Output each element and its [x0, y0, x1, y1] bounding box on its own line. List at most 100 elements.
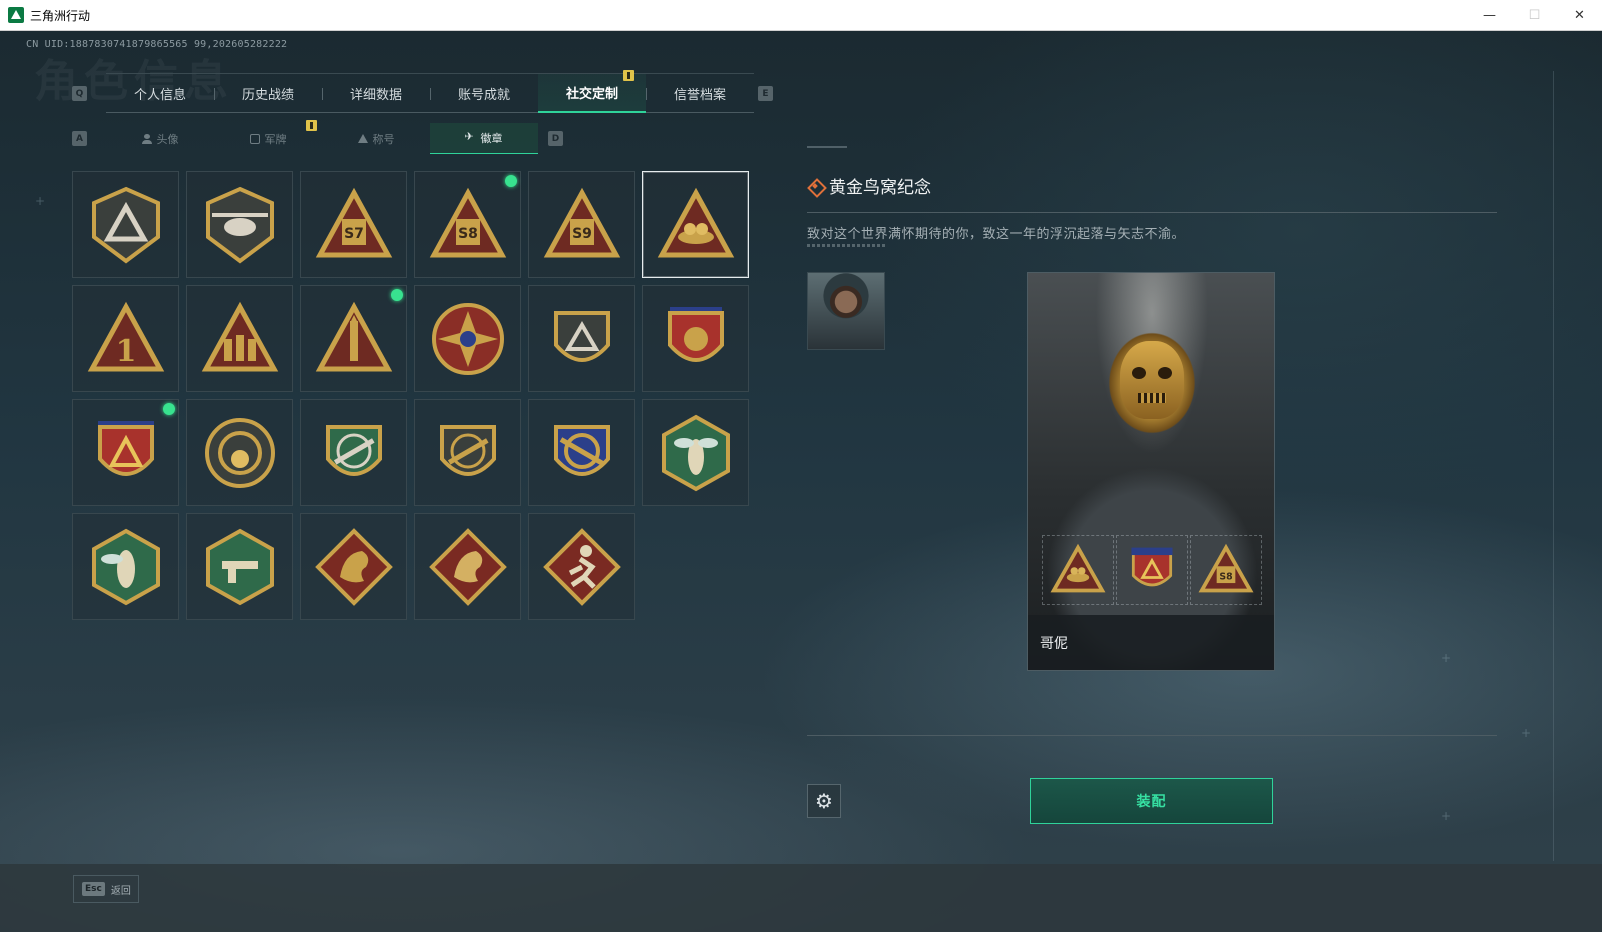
triangle-shield-badge-icon [91, 186, 160, 263]
bottom-bar [0, 864, 1602, 932]
rank-one-badge-icon: 1 [87, 301, 164, 371]
card-badge-slot-1[interactable] [1042, 535, 1114, 605]
badge-slot[interactable] [186, 171, 293, 278]
star-banner-badge-icon [1131, 547, 1173, 587]
card-badge-slot-3[interactable]: S8 [1190, 535, 1262, 605]
badge-slot[interactable]: S8 [414, 171, 521, 278]
diamond-icon [807, 178, 823, 194]
detail-description: 致对这个世界满怀期待的你，致这一年的浮沉起落与矢志不渝。 [807, 227, 1186, 242]
svg-text:S7: S7 [344, 226, 364, 242]
s8-badge-icon: S8 [429, 187, 506, 257]
wasp-hex-badge-icon [661, 414, 730, 491]
gun-hex-badge-icon [205, 528, 274, 605]
badge-slot[interactable]: S9 [528, 171, 635, 278]
decor-cross: + [1521, 726, 1532, 740]
tab-credit-record[interactable]: 信誉档案 [646, 74, 754, 113]
badge-slot[interactable] [414, 513, 521, 620]
golden-nest-badge-icon [657, 187, 734, 257]
badge-slot[interactable] [528, 513, 635, 620]
badge-slot[interactable] [414, 399, 521, 506]
helicopter-badge-icon [205, 186, 274, 263]
window-titlebar: 三角洲行动 — ☐ ✕ [0, 0, 1602, 31]
rocket-badge-icon [315, 301, 392, 371]
svg-text:1: 1 [115, 334, 136, 369]
badge-slot[interactable] [186, 513, 293, 620]
tab-match-history[interactable]: 历史战绩 [214, 74, 322, 113]
new-indicator-dot [391, 289, 403, 301]
close-button[interactable]: ✕ [1557, 0, 1602, 30]
back-button[interactable]: Esc 返回 [73, 875, 139, 903]
detail-header: 黄金鸟窝纪念 [807, 173, 931, 198]
badge-slot[interactable] [642, 285, 749, 392]
subtab-avatar[interactable]: 头像 [106, 123, 214, 154]
maximize-button[interactable]: ☐ [1512, 0, 1557, 30]
tab-achievements[interactable]: 账号成就 [430, 74, 538, 113]
hornet-hex-badge-icon [91, 528, 160, 605]
badge-slot[interactable] [72, 171, 179, 278]
svg-text:S9: S9 [572, 226, 592, 242]
tab-prev-key[interactable]: Q [72, 86, 87, 101]
equip-button[interactable]: 装配 [1030, 778, 1273, 824]
s8-badge-icon: S8 [1198, 543, 1254, 593]
subtab-prev-key[interactable]: A [72, 131, 87, 146]
decor-line [1553, 71, 1554, 861]
window-controls: — ☐ ✕ [1467, 0, 1602, 30]
s7-badge-icon: S7 [315, 187, 392, 257]
badge-slot[interactable] [642, 171, 749, 278]
minimize-button[interactable]: — [1467, 0, 1512, 30]
badge-slot[interactable]: 1 [72, 285, 179, 392]
gear-icon: ⚙ [815, 789, 833, 813]
subtab-next-key[interactable]: D [548, 131, 563, 146]
subtab-notice-badge [306, 120, 317, 131]
divider [807, 212, 1497, 213]
badge-slot[interactable] [300, 513, 407, 620]
decor-cross: + [1441, 809, 1452, 823]
badge-slot[interactable] [186, 285, 293, 392]
badge-slot[interactable] [72, 513, 179, 620]
sub-tabs: 头像 军牌 称号 徽章 [106, 123, 538, 154]
subtab-badge[interactable]: 徽章 [430, 123, 538, 154]
star-compass-badge-icon [431, 302, 504, 375]
wing-icon [465, 130, 476, 143]
crossed-rifle-badge-icon [553, 424, 610, 476]
badge-slot[interactable] [300, 285, 407, 392]
game-viewport: 角色信息 CN UID:1887830741879865565 99,20260… [0, 31, 1602, 932]
subtab-title-label: 称号 [372, 132, 395, 146]
subtab-avatar-label: 头像 [156, 132, 179, 146]
badge-slot[interactable] [414, 285, 521, 392]
tab-detailed-data[interactable]: 详细数据 [322, 74, 430, 113]
tab-personal-info[interactable]: 个人信息 [106, 74, 214, 113]
subtab-title[interactable]: 称号 [322, 123, 430, 154]
new-indicator-dot [163, 403, 175, 415]
badge-slot[interactable] [528, 285, 635, 392]
decor-cross: + [1441, 651, 1452, 665]
golden-nest-badge-icon [1050, 543, 1106, 593]
badge-slot[interactable] [642, 399, 749, 506]
settings-button[interactable]: ⚙ [807, 784, 841, 818]
operator-avatar[interactable] [807, 272, 885, 350]
tab-next-key[interactable]: E [758, 86, 773, 101]
operator-portrait [1120, 341, 1184, 419]
description-decor [807, 244, 887, 247]
s9-badge-icon: S9 [543, 187, 620, 257]
tab-notice-badge [623, 70, 634, 81]
back-label: 返回 [110, 885, 131, 897]
star-banner-badge-icon [97, 420, 154, 476]
svg-text:S8: S8 [1219, 571, 1232, 582]
esc-key: Esc [82, 882, 105, 896]
card-badge-slot-2[interactable] [1116, 535, 1188, 605]
badge-slot[interactable] [300, 399, 407, 506]
operator-shield-badge-icon [553, 310, 610, 362]
card-name-bar: 哥伲 [1028, 615, 1274, 670]
badge-slot[interactable] [528, 399, 635, 506]
triangle-icon [357, 133, 368, 144]
subtab-dogtag-label: 军牌 [264, 132, 287, 146]
main-tabs: 个人信息 历史战绩 详细数据 账号成就 社交定制 信誉档案 [106, 73, 754, 113]
badge-slot[interactable] [72, 399, 179, 506]
laurel-shield-badge-icon [667, 306, 724, 362]
operator-card-preview: S8 哥伲 [1027, 272, 1275, 671]
badge-slot[interactable] [186, 399, 293, 506]
new-indicator-dot [505, 175, 517, 187]
operator-name: 哥伲 [1040, 635, 1068, 652]
badge-slot[interactable]: S7 [300, 171, 407, 278]
